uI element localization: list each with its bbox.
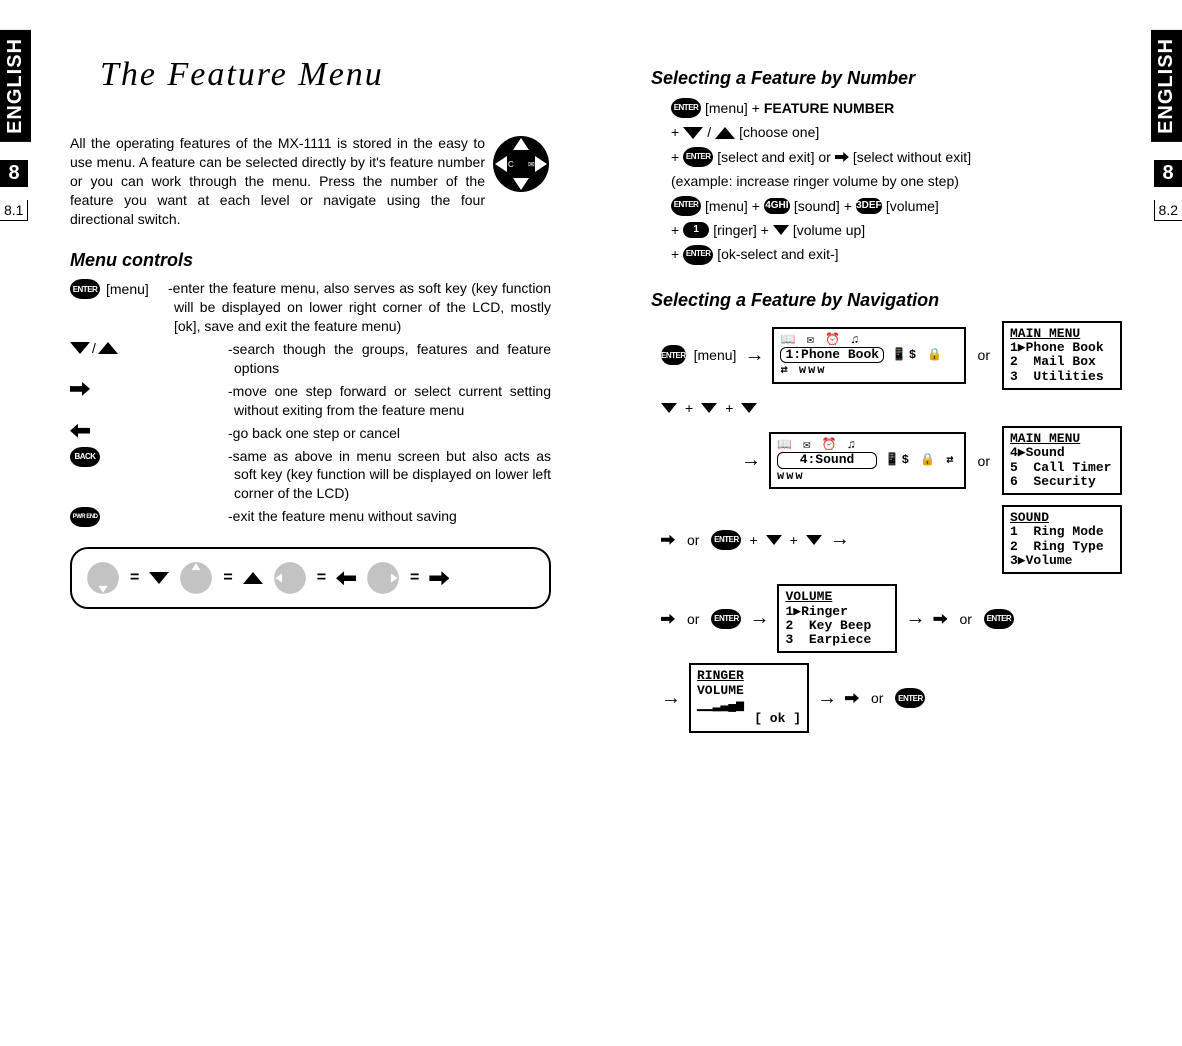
section-number-right: 8 <box>1154 160 1182 187</box>
dim-cross-right-icon <box>366 561 400 595</box>
control-down-up: / -search though the groups, features an… <box>70 340 551 378</box>
down-arrow-icon <box>741 403 757 413</box>
key-4-icon: 4GHI <box>764 198 790 214</box>
left-arrow-icon <box>70 424 90 438</box>
flow-arrow-icon: → <box>744 344 764 367</box>
dim-cross-up-icon <box>179 561 213 595</box>
svg-text:C: C <box>508 160 514 169</box>
pwr-end-icon: PWR END <box>70 507 100 527</box>
page-number-right: 8.2 <box>1154 200 1182 221</box>
nav-flow-row: → 📖 ✉ ⏰ ♫ 4:Sound 📱$ 🔒 ⇄ ᴡᴡᴡ or MAIN MEN… <box>661 426 1122 495</box>
dim-cross-down-icon <box>86 561 120 595</box>
down-arrow-icon <box>661 403 677 413</box>
control-desc: -move one step forward or select current… <box>230 382 551 420</box>
lcd-volume-menu: VOLUME 1▶Ringer 2 Key Beep 3 Earpiece <box>777 584 897 653</box>
enter-icon: ENTER <box>661 345 686 365</box>
flow-arrow-icon: → <box>749 607 769 630</box>
up-arrow-icon <box>243 572 263 584</box>
left-arrow-icon <box>336 571 356 585</box>
flow-arrow-icon: → <box>661 687 681 710</box>
flow-arrow-icon: → <box>830 528 850 551</box>
enter-icon: ENTER <box>984 609 1014 629</box>
proc-line: + ENTER [select and exit] or [select wit… <box>671 146 1122 168</box>
language-tab-right: ENGLISH <box>1151 30 1182 142</box>
proc-line: ENTER [menu] + FEATURE NUMBER <box>671 97 1122 119</box>
nav-flow-row: or ENTER → VOLUME 1▶Ringer 2 Key Beep 3 … <box>661 584 1122 653</box>
language-tab-left: ENGLISH <box>0 30 31 142</box>
proc-line: ENTER [menu] + 4GHI [sound] + 3DEF [volu… <box>671 195 1122 217</box>
lcd-mainmenu-2: MAIN MENU 4▶Sound 5 Call Timer 6 Securit… <box>1002 426 1122 495</box>
control-desc: -search though the groups, features and … <box>230 340 551 378</box>
enter-icon: ENTER <box>711 530 741 550</box>
enter-icon: ENTER <box>895 688 925 708</box>
key-3-icon: 3DEF <box>856 198 882 214</box>
page-number-left: 8.1 <box>0 200 28 221</box>
select-by-nav-heading: Selecting a Feature by Navigation <box>651 290 1122 311</box>
right-arrow-icon <box>661 535 675 545</box>
down-arrow-icon <box>70 342 90 354</box>
down-arrow-icon <box>149 572 169 584</box>
control-label: [menu] <box>106 281 149 297</box>
enter-icon: ENTER <box>671 196 701 216</box>
right-arrow-icon <box>70 382 90 396</box>
control-left: -go back one step or cancel <box>70 424 551 443</box>
control-back: BACK -same as above in menu screen but a… <box>70 447 551 504</box>
nav-flow-row: + + <box>661 400 1122 416</box>
page-title: The Feature Menu <box>100 56 551 94</box>
right-arrow-icon <box>933 614 947 624</box>
lcd-sound-icon-view: 📖 ✉ ⏰ ♫ 4:Sound 📱$ 🔒 ⇄ ᴡᴡᴡ <box>769 432 966 489</box>
nav-cross-icon: C ✉ <box>491 134 551 194</box>
flow-arrow-icon: → <box>905 607 925 630</box>
equals: = <box>130 569 139 587</box>
down-arrow-icon <box>766 535 782 545</box>
control-desc: -enter the feature menu, also serves as … <box>170 279 551 336</box>
enter-icon: ENTER <box>711 609 741 629</box>
enter-icon: ENTER <box>671 98 701 118</box>
lcd-phonebook-icon-view: 📖 ✉ ⏰ ♫ 1:Phone Book 📱$ 🔒 ⇄ ᴡᴡᴡ <box>772 327 965 384</box>
right-arrow-icon <box>661 614 675 624</box>
intro-paragraph: All the operating features of the MX-111… <box>70 134 551 228</box>
right-arrow-icon <box>845 693 859 703</box>
down-arrow-icon <box>683 127 703 139</box>
control-desc: -same as above in menu screen but also a… <box>230 447 551 504</box>
dim-cross-left-icon <box>273 561 307 595</box>
lcd-mainmenu-1: MAIN MENU 1▶Phone Book 2 Mail Box 3 Util… <box>1002 321 1122 390</box>
down-arrow-icon <box>806 535 822 545</box>
control-menu: ENTER [menu] -enter the feature menu, al… <box>70 279 551 336</box>
select-by-number-heading: Selecting a Feature by Number <box>651 68 1122 89</box>
lcd-sound-menu: SOUND 1 Ring Mode 2 Ring Type 3▶Volume <box>1002 505 1122 574</box>
enter-icon: ENTER <box>683 245 713 265</box>
control-desc: -exit the feature menu without saving <box>230 507 551 526</box>
flow-arrow-icon: → <box>817 687 837 710</box>
key-1-icon: 1 <box>683 222 709 238</box>
enter-icon: ENTER <box>70 279 100 299</box>
nav-legend-box: = = = = <box>70 547 551 609</box>
equals: = <box>410 569 419 587</box>
equals: = <box>317 569 326 587</box>
down-arrow-icon <box>701 403 717 413</box>
enter-icon: ENTER <box>683 147 713 167</box>
right-arrow-icon <box>429 571 449 585</box>
flow-arrow-icon: → <box>741 449 761 472</box>
svg-text:✉: ✉ <box>528 160 535 169</box>
proc-line: + 1 [ringer] + [volume up] <box>671 219 1122 241</box>
control-right: -move one step forward or select current… <box>70 382 551 420</box>
right-arrow-icon <box>835 152 849 162</box>
nav-flow-row: → RINGER VOLUME ▁▁▂▃▄▅ [ ok ] → or ENTER <box>661 663 1122 732</box>
menu-controls-heading: Menu controls <box>70 250 551 271</box>
nav-flow-row: or ENTER + + → SOUND 1 Ring Mode 2 Ring … <box>661 505 1122 574</box>
proc-line: + ENTER [ok-select and exit-] <box>671 243 1122 265</box>
equals: = <box>223 569 232 587</box>
up-arrow-icon <box>98 342 118 354</box>
down-arrow-icon <box>773 225 789 235</box>
back-icon: BACK <box>70 447 100 467</box>
proc-example-note: (example: increase ringer volume by one … <box>671 170 1122 192</box>
control-pwr: PWR END -exit the feature menu without s… <box>70 507 551 527</box>
proc-line: + / [choose one] <box>671 121 1122 143</box>
up-arrow-icon <box>715 127 735 139</box>
control-desc: -go back one step or cancel <box>230 424 551 443</box>
section-number-left: 8 <box>0 160 28 187</box>
nav-flow-row: ENTER [menu] → 📖 ✉ ⏰ ♫ 1:Phone Book 📱$ 🔒… <box>661 321 1122 390</box>
lcd-ringer-volume: RINGER VOLUME ▁▁▂▃▄▅ [ ok ] <box>689 663 809 732</box>
